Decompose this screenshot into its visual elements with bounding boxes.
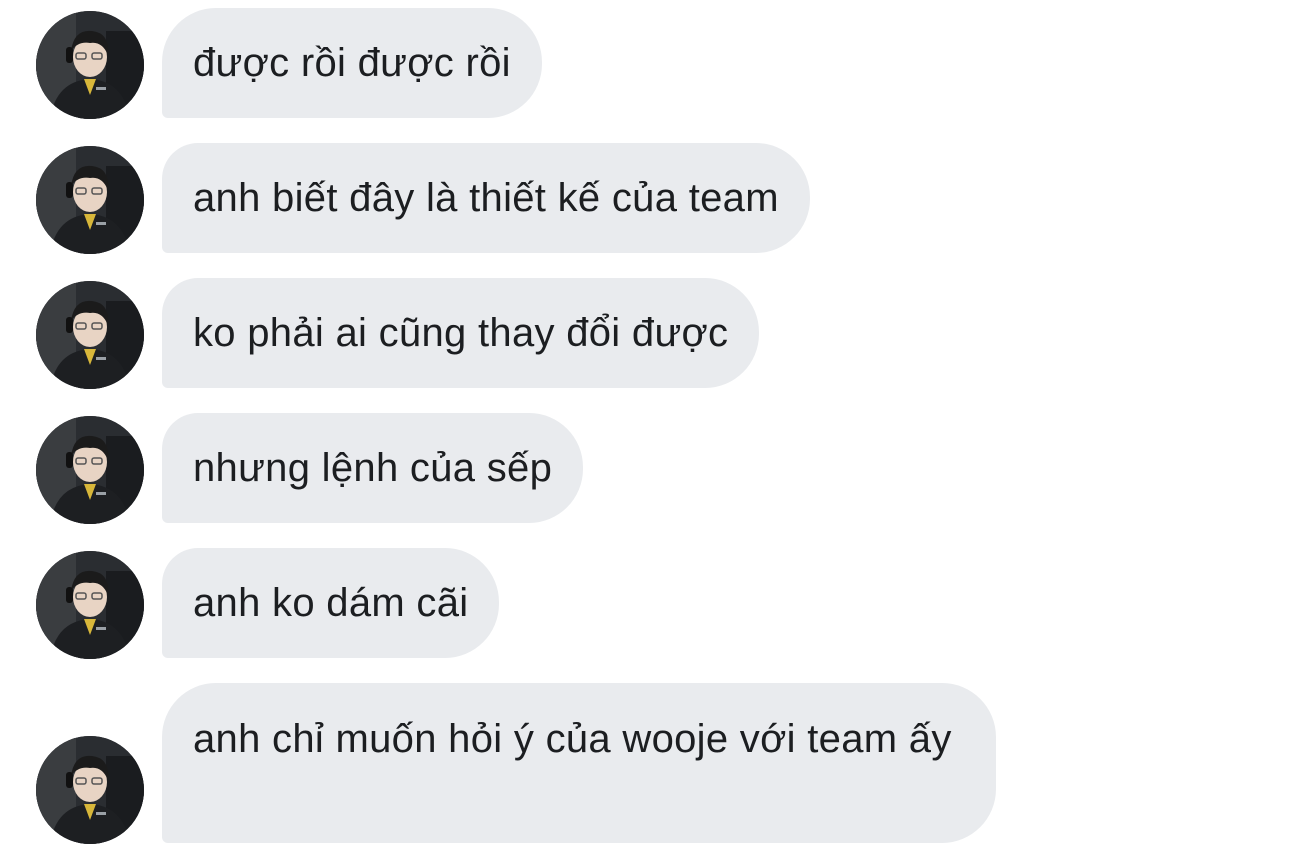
message-bubble[interactable]: ko phải ai cũng thay đổi được <box>162 278 760 388</box>
avatar[interactable] <box>36 551 144 659</box>
message-bubble[interactable]: anh ko dám cãi <box>162 548 500 658</box>
avatar[interactable] <box>36 281 144 389</box>
profile-photo-icon <box>36 146 144 254</box>
profile-photo-icon <box>36 281 144 389</box>
profile-photo-icon <box>36 551 144 659</box>
profile-photo-icon <box>36 736 144 844</box>
avatar[interactable] <box>36 736 144 844</box>
message-bubble[interactable]: được rồi được rồi <box>162 8 542 118</box>
avatar[interactable] <box>36 146 144 254</box>
avatar[interactable] <box>36 11 144 119</box>
message-thread: được rồi được rồi anh biết đây là thiết … <box>0 0 1290 856</box>
message-bubble[interactable]: anh biết đây là thiết kế của team <box>162 143 810 253</box>
avatar[interactable] <box>36 416 144 524</box>
message-bubble[interactable]: nhưng lệnh của sếp <box>162 413 584 523</box>
message-bubble[interactable]: anh chỉ muốn hỏi ý của wooje với team ấy <box>162 683 996 843</box>
profile-photo-icon <box>36 11 144 119</box>
profile-photo-icon <box>36 416 144 524</box>
